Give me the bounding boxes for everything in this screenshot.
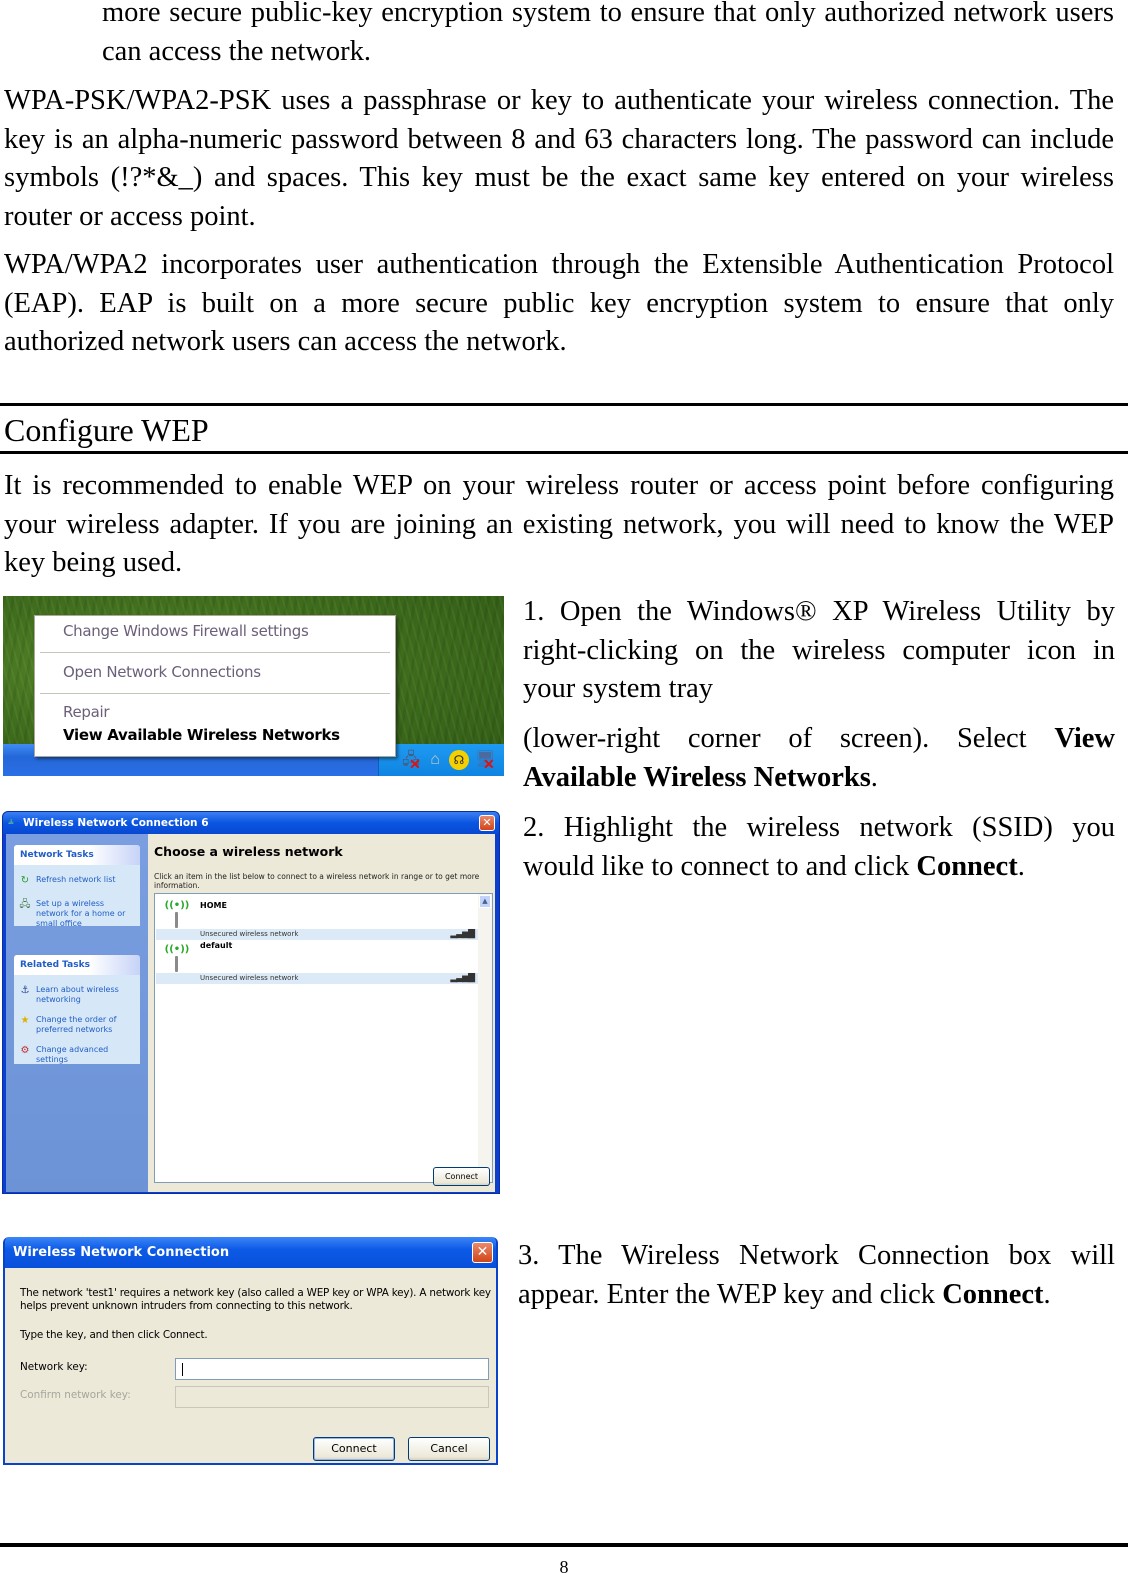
main-description: Click an item in the list below to conne… (154, 872, 480, 890)
task-learn-wireless[interactable]: ⚓ Learn about wireless networking (14, 985, 140, 1005)
task-change-order[interactable]: ★ Change the order of preferred networks (14, 1015, 140, 1035)
page-number: 8 (559, 1557, 569, 1577)
heading-bottom-rule (0, 451, 1128, 454)
task-change-advanced-settings[interactable]: ⚙ Change advanced settings (14, 1045, 140, 1065)
main-pane: Choose a wireless network Click an item … (148, 834, 495, 1192)
dialog-message: The network 'test1' requires a network k… (20, 1287, 491, 1312)
dialog-instruction: Type the key, and then click Connect. (20, 1329, 208, 1341)
task-label: Change the order of preferred networks (36, 1015, 117, 1034)
step-2-bold-label: Connect (916, 850, 1018, 882)
paragraph-wpa-eap: WPA/WPA2 incorporates user authenticatio… (4, 249, 1114, 357)
window-titlebar: Wireless Network Connection ✕ (5, 1237, 496, 1268)
wireless-antenna-icon: ((•)) (164, 944, 190, 974)
step-3-text: 3. The Wireless Network Connection box w… (518, 1237, 1115, 1314)
step-1-part2-prefix: (lower-right corner of screen). Select (523, 723, 1055, 754)
network-status: Unsecured wireless network (200, 930, 299, 938)
signal-strength-icon: ▂▃▅▇ (450, 929, 475, 939)
system-tray: 🖧 ✕ ⌂ ☊ 🖥 ✕ (378, 744, 504, 776)
menu-item-view-wireless-networks[interactable]: View Available Wireless Networks (63, 723, 340, 747)
task-label: Learn about wireless networking (36, 985, 119, 1004)
screenshot-network-key-dialog: Wireless Network Connection ✕ The networ… (3, 1237, 498, 1465)
screenshot-tray-context-menu: 🖧 ✕ ⌂ ☊ 🖥 ✕ Change Windows Firewall settin… (3, 596, 504, 776)
step-2-suffix: . (1017, 850, 1025, 882)
network-list: ((•)) HOME Unsecured wireless network ▂▃… (154, 893, 493, 1183)
network-disconnected-icon[interactable]: 🖥 ✕ (475, 750, 495, 773)
refresh-icon: ↻ (20, 875, 30, 886)
network-tasks-heading: Network Tasks (14, 845, 140, 865)
step-1-continuation: (lower-right corner of screen). Select V… (523, 720, 1115, 797)
related-tasks-heading: Related Tasks (14, 955, 140, 975)
network-name: default (200, 941, 233, 950)
task-setup-wireless-network[interactable]: 🖧 Set up a wireless network for a home o… (14, 899, 140, 929)
paragraph-intro-continuation: more secure public-key encryption system… (102, 0, 1114, 67)
network-tasks-box: Network Tasks ↻ Refresh network list 🖧 S… (14, 845, 140, 929)
network-list-scrollbar[interactable]: ▲ ▼ (478, 894, 492, 1182)
task-label: Refresh network list (36, 875, 116, 884)
confirm-key-input[interactable] (175, 1386, 489, 1408)
help-icon: ⚓ (20, 985, 30, 996)
close-button[interactable]: ✕ (472, 1242, 493, 1263)
settings-icon: ⚙ (20, 1045, 30, 1056)
setup-network-icon: 🖧 (19, 899, 31, 910)
paragraph-wpa-psk: WPA-PSK/WPA2-PSK uses a passphrase or ke… (4, 85, 1114, 232)
menu-separator (40, 693, 390, 694)
connect-button[interactable]: Connect (433, 1167, 490, 1186)
wireless-disconnected-icon[interactable]: 🖧 ✕ (401, 750, 421, 773)
main-title: Choose a wireless network (154, 844, 343, 859)
task-refresh-network-list[interactable]: ↻ Refresh network list (14, 875, 140, 886)
task-label: Change advanced settings (36, 1045, 109, 1064)
step-1-part1: 1. Open the Windows® XP Wireless Utility… (523, 596, 1115, 704)
step-2-prefix: 2. Highlight the wireless network (SSID)… (523, 812, 1115, 882)
text-caret (182, 1363, 183, 1376)
step-1-text: 1. Open the Windows® XP Wireless Utility… (523, 593, 1115, 709)
signal-strength-icon: ▂▃▅▇ (450, 973, 475, 983)
window-title: Wireless Network Connection 6 (23, 817, 209, 829)
network-key-input[interactable] (175, 1358, 489, 1380)
network-name: HOME (200, 901, 227, 910)
heading-top-rule (0, 403, 1128, 406)
menu-separator (40, 652, 390, 653)
confirm-key-label: Confirm network key: (20, 1389, 131, 1401)
wireless-antenna-icon: ((•)) (164, 900, 190, 930)
window-title: Wireless Network Connection (13, 1245, 230, 1260)
network-status: Unsecured wireless network (200, 974, 299, 982)
step-2-text: 2. Highlight the wireless network (SSID)… (523, 809, 1115, 886)
menu-item-repair[interactable]: Repair (63, 700, 110, 724)
network-item[interactable]: ((•)) default Unsecured wireless network… (156, 940, 478, 984)
scroll-up-button[interactable]: ▲ (479, 895, 491, 908)
step-1-suffix: . (870, 761, 878, 793)
network-key-label: Network key: (20, 1361, 88, 1373)
related-tasks-box: Related Tasks ⚓ Learn about wireless net… (14, 955, 140, 1064)
task-label: Set up a wireless network for a home or … (36, 899, 126, 928)
menu-item-open-network-connections[interactable]: Open Network Connections (63, 660, 261, 684)
screenshot-choose-wireless-network: ⫨ Wireless Network Connection 6 ✕ Networ… (2, 811, 500, 1194)
stethoscope-icon[interactable]: ☊ (449, 750, 469, 770)
paragraph-wep-intro: It is recommended to enable WEP on your … (4, 470, 1114, 578)
menu-item-firewall-settings[interactable]: Change Windows Firewall settings (63, 619, 309, 643)
close-button[interactable]: ✕ (479, 815, 495, 831)
context-menu: Change Windows Firewall settings Open Ne… (34, 615, 396, 757)
star-icon: ★ (20, 1015, 30, 1026)
cancel-button[interactable]: Cancel (408, 1437, 490, 1461)
wireless-icon: ⫨ (8, 816, 14, 827)
connect-button[interactable]: Connect (313, 1437, 395, 1461)
section-heading: Configure WEP (4, 412, 209, 448)
window-titlebar: ⫨ Wireless Network Connection 6 ✕ (3, 812, 499, 834)
task-pane: Network Tasks ↻ Refresh network list 🖧 S… (6, 834, 148, 1192)
step-3-suffix: . (1043, 1278, 1051, 1310)
home-icon[interactable]: ⌂ (425, 750, 445, 770)
network-item[interactable]: ((•)) HOME Unsecured wireless network ▂▃… (156, 896, 478, 940)
step-3-bold-label: Connect (942, 1278, 1044, 1310)
footer-rule (0, 1543, 1128, 1547)
